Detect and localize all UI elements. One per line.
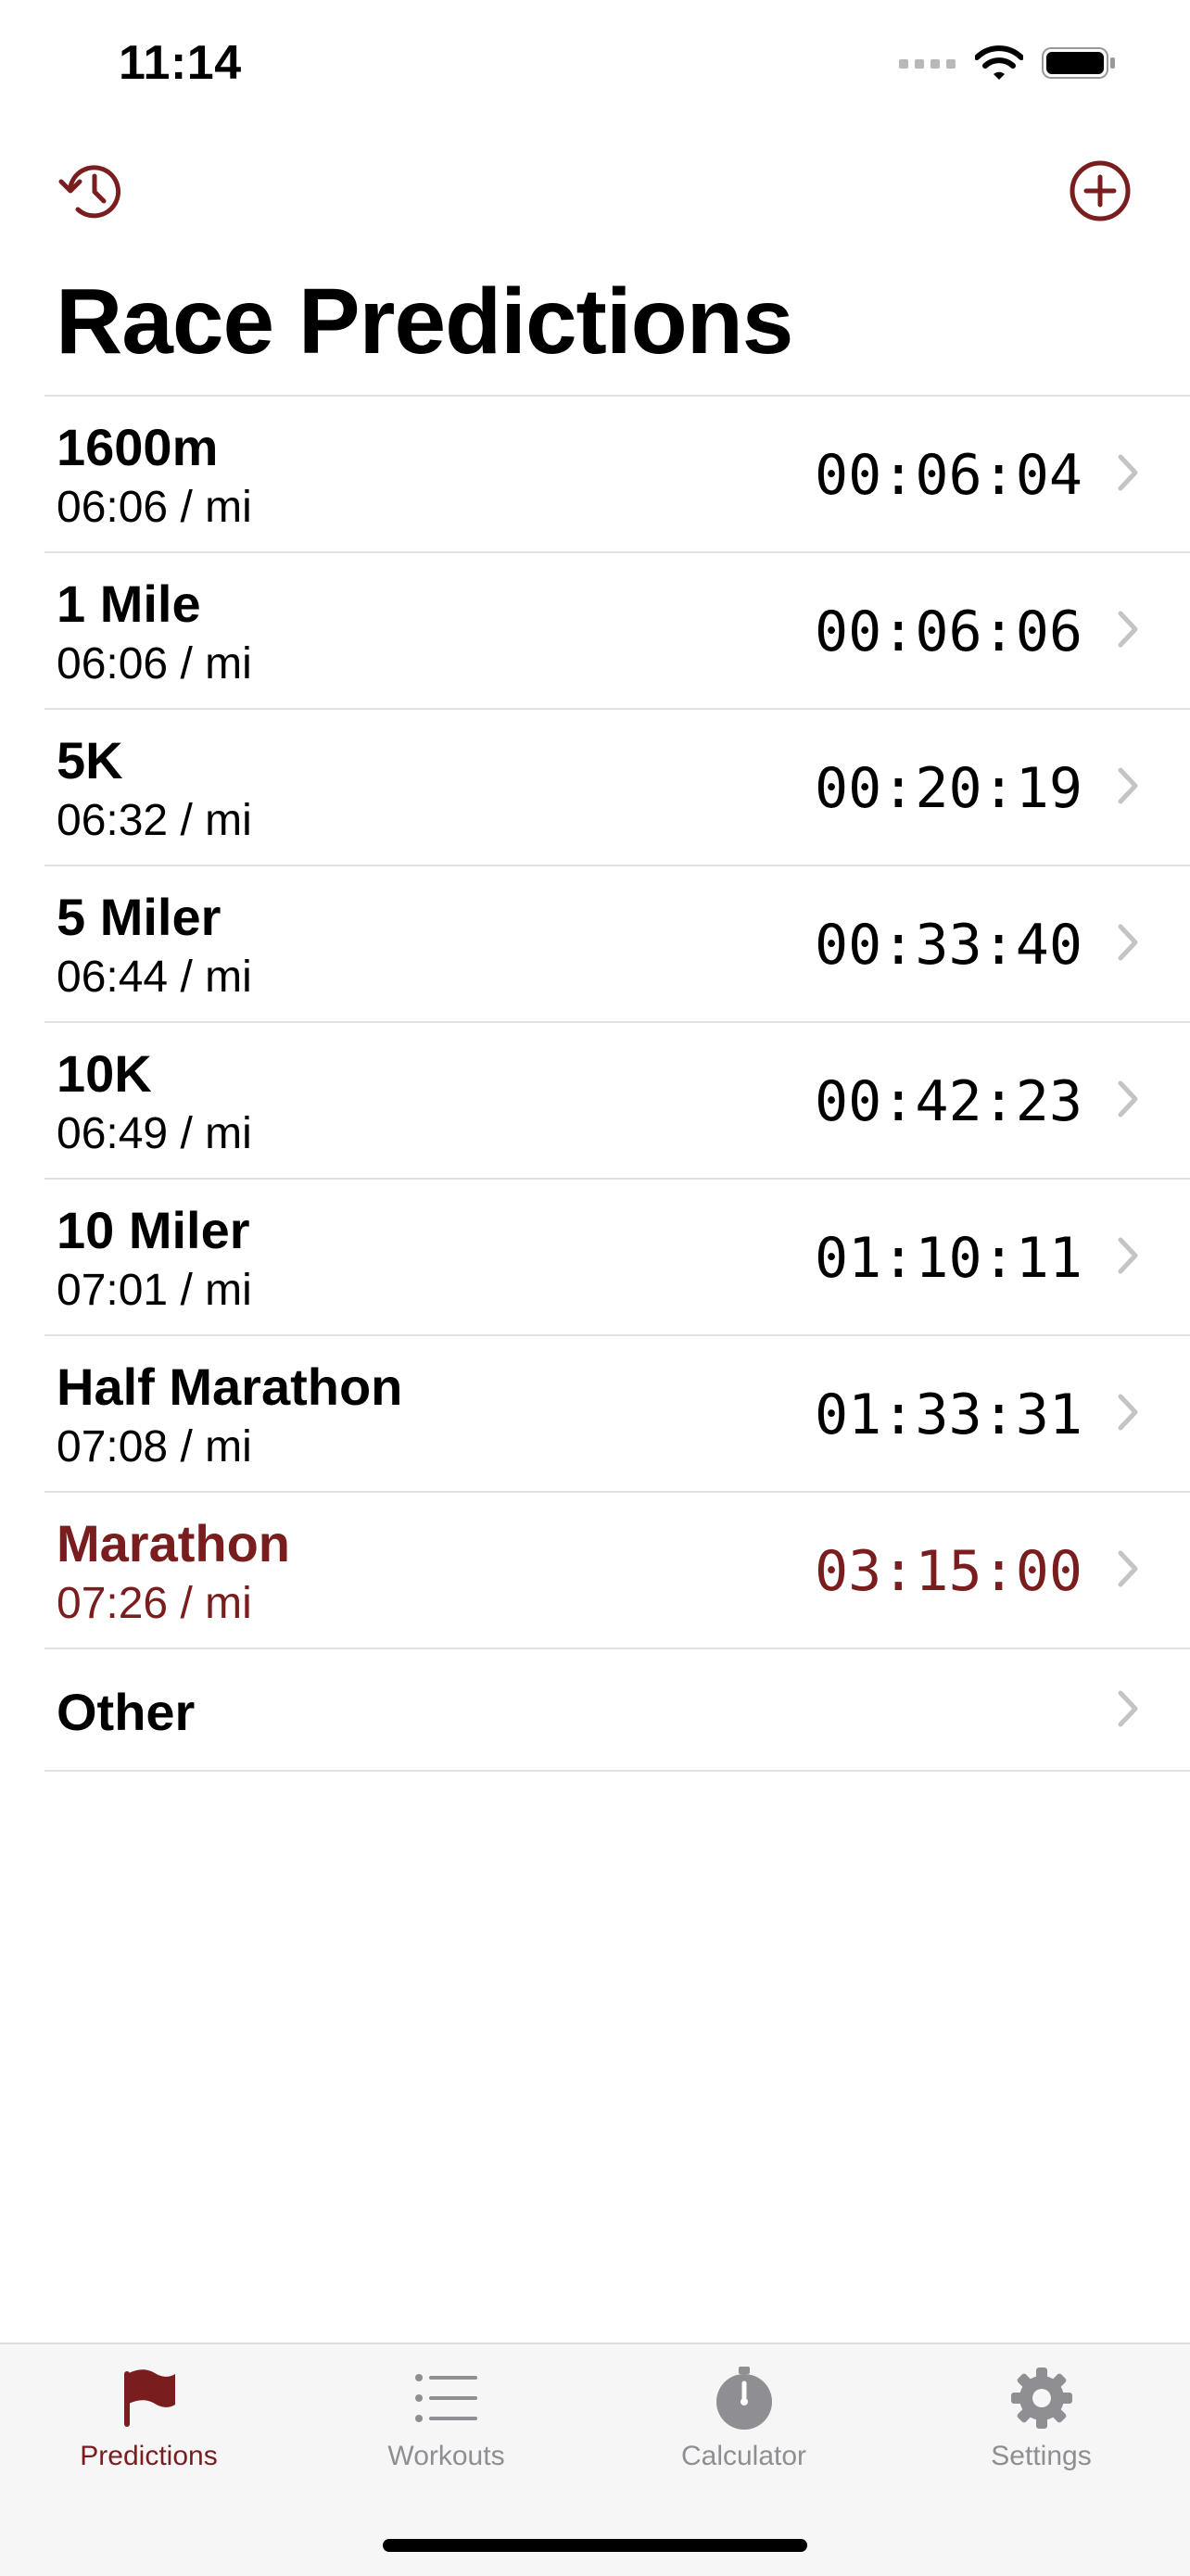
prediction-row-other[interactable]: Other [44, 1649, 1190, 1772]
chevron-right-icon [1118, 767, 1138, 804]
race-name: Marathon [57, 1514, 290, 1572]
wifi-icon [974, 44, 1024, 86]
race-time: 00:42:23 [815, 1069, 1082, 1134]
race-pace: 07:08 / mi [57, 1422, 252, 1471]
prediction-row-1-mile[interactable]: 1 Mile 06:06 / mi 00:06:06 [44, 553, 1190, 710]
battery-icon [1042, 46, 1116, 84]
chevron-right-icon [1118, 454, 1138, 491]
chevron-right-icon [1118, 1550, 1138, 1587]
prediction-row-10-miler[interactable]: 10 Miler 07:01 / mi 01:10:11 [44, 1180, 1190, 1336]
race-time: 00:06:06 [815, 600, 1082, 664]
prediction-row-1600m[interactable]: 1600m 06:06 / mi 00:06:04 [44, 397, 1190, 553]
history-icon [57, 156, 128, 231]
chevron-right-icon [1118, 611, 1138, 648]
stopwatch-icon [707, 2361, 781, 2435]
race-time: 03:15:00 [815, 1539, 1082, 1604]
status-time: 11:14 [119, 36, 242, 90]
prediction-row-half-marathon[interactable]: Half Marathon 07:08 / mi 01:33:31 [44, 1336, 1190, 1493]
race-name: 5 Miler [57, 888, 222, 946]
predictions-list: 1600m 06:06 / mi 00:06:04 1 Mile 06:06 /… [44, 395, 1190, 1772]
gear-icon [1005, 2361, 1079, 2435]
race-name: 5K [57, 731, 123, 789]
chevron-right-icon [1118, 1237, 1138, 1274]
race-pace: 06:49 / mi [57, 1109, 252, 1158]
cellular-signal-icon [899, 57, 956, 74]
flag-icon [112, 2361, 186, 2435]
add-circle-icon [1068, 158, 1133, 228]
prediction-row-5-miler[interactable]: 5 Miler 06:44 / mi 00:33:40 [44, 866, 1190, 1023]
race-time: 00:20:19 [815, 756, 1082, 821]
race-name: 1600m [57, 418, 219, 476]
race-time: 01:33:31 [815, 1383, 1082, 1447]
status-icons [899, 44, 1116, 86]
race-name: Other [57, 1683, 196, 1741]
home-indicator[interactable] [383, 2539, 807, 2552]
race-name: 1 Mile [57, 575, 201, 633]
status-bar: 11:14 [0, 0, 1190, 139]
race-pace: 06:44 / mi [57, 953, 252, 1002]
add-button[interactable] [1065, 158, 1135, 228]
tab-label: Settings [991, 2441, 1092, 2471]
tab-predictions[interactable]: Predictions [0, 2361, 298, 2500]
list-icon [410, 2361, 484, 2435]
prediction-row-10k[interactable]: 10K 06:49 / mi 00:42:23 [44, 1023, 1190, 1180]
chevron-right-icon [1118, 1080, 1138, 1118]
race-pace: 07:26 / mi [57, 1579, 252, 1628]
tab-calculator[interactable]: Calculator [595, 2361, 892, 2500]
race-time: 00:33:40 [815, 913, 1082, 978]
race-name: 10 Miler [57, 1201, 250, 1259]
race-pace: 07:01 / mi [57, 1266, 252, 1315]
race-name: Half Marathon [57, 1357, 403, 1416]
history-button[interactable] [57, 158, 128, 228]
race-pace: 06:32 / mi [57, 796, 252, 845]
race-pace: 06:06 / mi [57, 639, 252, 688]
tab-label: Predictions [80, 2441, 218, 2471]
prediction-row-5k[interactable]: 5K 06:32 / mi 00:20:19 [44, 710, 1190, 866]
tab-label: Workouts [387, 2441, 505, 2471]
race-pace: 06:06 / mi [57, 483, 252, 532]
race-time: 01:10:11 [815, 1226, 1082, 1291]
chevron-right-icon [1118, 1690, 1138, 1727]
tab-workouts[interactable]: Workouts [298, 2361, 595, 2500]
tab-label: Calculator [680, 2441, 807, 2471]
prediction-row-marathon[interactable]: Marathon 07:26 / mi 03:15:00 [44, 1493, 1190, 1649]
page-title: Race Predictions [56, 270, 793, 373]
tab-settings[interactable]: Settings [892, 2361, 1190, 2500]
chevron-right-icon [1118, 1394, 1138, 1431]
chevron-right-icon [1118, 924, 1138, 961]
race-time: 00:06:04 [815, 443, 1082, 508]
race-name: 10K [57, 1044, 152, 1103]
